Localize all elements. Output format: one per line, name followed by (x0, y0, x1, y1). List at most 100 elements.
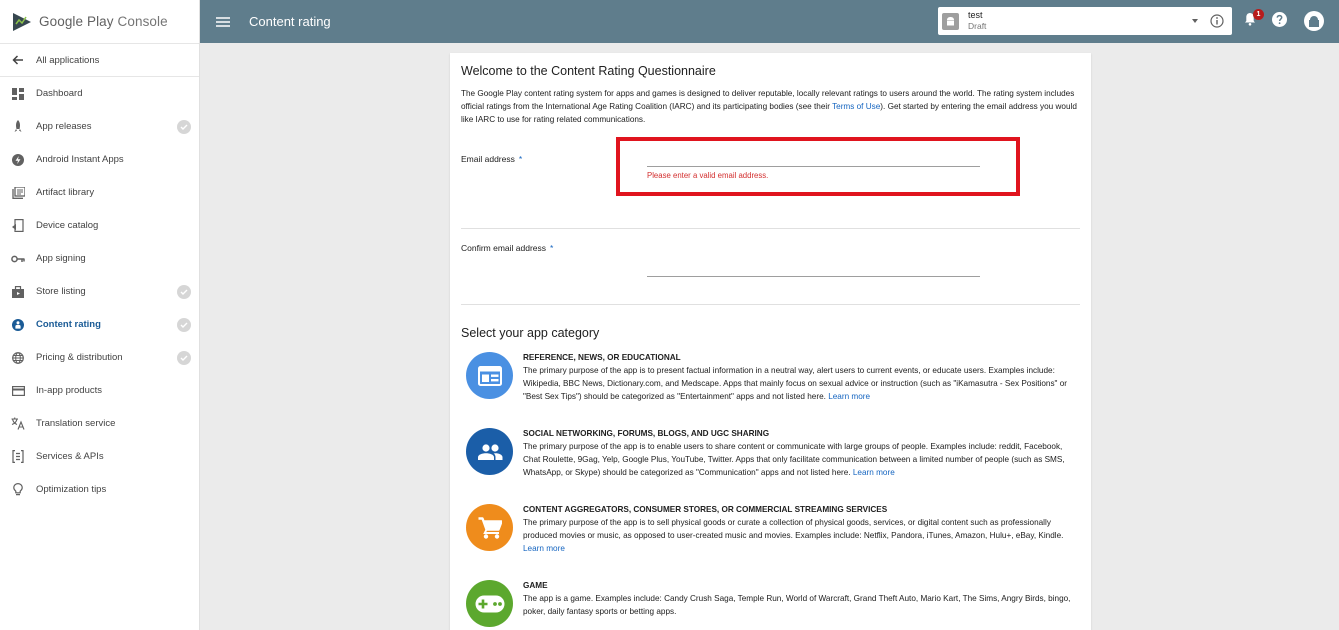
android-app-icon (942, 12, 959, 30)
notification-count-badge: 1 (1253, 9, 1264, 20)
sidebar-item-in-app-products[interactable]: In-app products (0, 374, 199, 407)
account-avatar[interactable] (1304, 11, 1324, 31)
sidebar-item-app-releases[interactable]: App releases (0, 110, 199, 143)
category-option-reference[interactable]: REFERENCE, NEWS, OR EDUCATIONAL The prim… (461, 352, 1080, 428)
category-text: REFERENCE, NEWS, OR EDUCATIONAL The prim… (523, 352, 1073, 403)
sidebar-item-app-signing[interactable]: App signing (0, 242, 199, 275)
brand-name: Google Play Console (39, 14, 168, 29)
sidebar-item-store-listing[interactable]: Store listing (0, 275, 199, 308)
required-asterisk: * (518, 154, 523, 164)
sidebar: Google Play Console All applications Das… (0, 0, 200, 630)
confirm-email-label: Confirm email address * (461, 243, 554, 253)
translate-icon (11, 417, 25, 431)
sidebar-item-label: Artifact library (36, 187, 95, 198)
store-icon (11, 285, 25, 299)
sidebar-item-optimization-tips[interactable]: Optimization tips (0, 473, 199, 506)
sidebar-item-label: Content rating (36, 319, 101, 330)
sidebar-item-label: Device catalog (36, 220, 99, 231)
library-icon (11, 186, 25, 200)
reference-icon (466, 352, 513, 399)
sidebar-item-translation-service[interactable]: Translation service (0, 407, 199, 440)
confirm-email-field-row: Confirm email address * (461, 229, 1080, 305)
caret-down-icon (1192, 19, 1198, 23)
check-circle-icon (177, 120, 191, 134)
top-app-bar: Content rating test Draft 1 (200, 0, 1339, 43)
learn-more-link[interactable]: Learn more (828, 392, 870, 401)
category-text: CONTENT AGGREGATORS, CONSUMER STORES, OR… (523, 504, 1073, 555)
intro-paragraph: The Google Play content rating system fo… (461, 89, 1077, 124)
learn-more-link[interactable]: Learn more (853, 468, 895, 477)
sidebar-item-pricing-distribution[interactable]: Pricing & distribution (0, 341, 199, 374)
check-circle-icon (177, 285, 191, 299)
bolt-icon (11, 153, 25, 167)
globe-icon (11, 351, 25, 365)
sidebar-item-label: Store listing (36, 286, 86, 297)
category-description: The primary purpose of the app is to ena… (523, 442, 1065, 477)
key-icon (11, 252, 25, 266)
sidebar-item-dashboard[interactable]: Dashboard (0, 77, 199, 110)
sidebar-nav: Dashboard App releases Android Instant A… (0, 77, 199, 506)
people-icon (466, 428, 513, 475)
sidebar-item-label: App signing (36, 253, 86, 264)
sidebar-item-label: In-app products (36, 385, 103, 396)
category-title: GAME (523, 581, 548, 590)
category-option-content-aggregators[interactable]: CONTENT AGGREGATORS, CONSUMER STORES, OR… (461, 504, 1080, 580)
sidebar-item-label: Translation service (36, 418, 116, 429)
category-description: The app is a game. Examples include: Can… (523, 594, 1071, 616)
page-title: Content rating (249, 14, 331, 29)
questionnaire-card: Welcome to the Content Rating Questionna… (450, 53, 1091, 630)
sidebar-item-label: Android Instant Apps (36, 154, 124, 165)
app-name: test (968, 10, 983, 20)
category-description: The primary purpose of the app is to sel… (523, 518, 1064, 553)
questionnaire-title: Welcome to the Content Rating Questionna… (461, 64, 716, 78)
lightbulb-icon (11, 483, 25, 497)
sidebar-item-android-instant-apps[interactable]: Android Instant Apps (0, 143, 199, 176)
sidebar-item-device-catalog[interactable]: Device catalog (0, 209, 199, 242)
check-circle-icon (177, 351, 191, 365)
api-icon (11, 450, 25, 464)
highlight-annotation-box (616, 137, 1020, 196)
dashboard-icon (11, 87, 25, 101)
category-text: SOCIAL NETWORKING, FORUMS, BLOGS, AND UG… (523, 428, 1073, 479)
content-rating-icon (11, 318, 25, 332)
sidebar-item-label: Services & APIs (36, 451, 104, 462)
category-title: REFERENCE, NEWS, OR EDUCATIONAL (523, 353, 681, 362)
help-icon[interactable] (1272, 12, 1287, 27)
brand-header[interactable]: Google Play Console (0, 0, 199, 44)
email-label: Email address * (461, 154, 523, 164)
terms-of-use-link[interactable]: Terms of Use (832, 102, 880, 111)
sidebar-item-content-rating[interactable]: Content rating (0, 308, 199, 341)
sidebar-item-label: Optimization tips (36, 484, 107, 495)
category-text: GAME The app is a game. Examples include… (523, 580, 1073, 618)
all-applications-label: All applications (36, 54, 100, 66)
app-selector-dropdown[interactable]: test Draft (938, 7, 1232, 35)
device-icon (11, 219, 25, 233)
confirm-email-input[interactable] (647, 261, 980, 277)
arrow-back-icon (12, 55, 23, 65)
info-icon[interactable] (1210, 14, 1224, 28)
category-title: SOCIAL NETWORKING, FORUMS, BLOGS, AND UG… (523, 429, 770, 438)
sidebar-item-label: Pricing & distribution (36, 352, 123, 363)
app-status: Draft (968, 21, 987, 31)
app-selector-text: test Draft (968, 10, 986, 32)
category-option-social[interactable]: SOCIAL NETWORKING, FORUMS, BLOGS, AND UG… (461, 428, 1080, 504)
gamepad-icon (466, 580, 513, 627)
sidebar-item-artifact-library[interactable]: Artifact library (0, 176, 199, 209)
play-console-logo-icon (13, 12, 31, 31)
email-field-row: Email address * Please enter a valid emai… (461, 137, 1080, 229)
all-applications-link[interactable]: All applications (0, 44, 199, 77)
required-asterisk: * (550, 243, 554, 253)
account-icon (1309, 16, 1319, 27)
category-title: CONTENT AGGREGATORS, CONSUMER STORES, OR… (523, 505, 888, 514)
card-icon (11, 384, 25, 398)
check-circle-icon (177, 318, 191, 332)
category-section-title: Select your app category (461, 326, 600, 340)
category-description: The primary purpose of the app is to pre… (523, 366, 1067, 401)
menu-icon[interactable] (216, 16, 230, 27)
category-option-game[interactable]: GAME The app is a game. Examples include… (461, 580, 1080, 630)
sidebar-item-label: Dashboard (36, 88, 83, 99)
learn-more-link[interactable]: Learn more (523, 544, 565, 553)
rocket-icon (11, 120, 25, 134)
cart-icon (466, 504, 513, 551)
sidebar-item-services-apis[interactable]: Services & APIs (0, 440, 199, 473)
